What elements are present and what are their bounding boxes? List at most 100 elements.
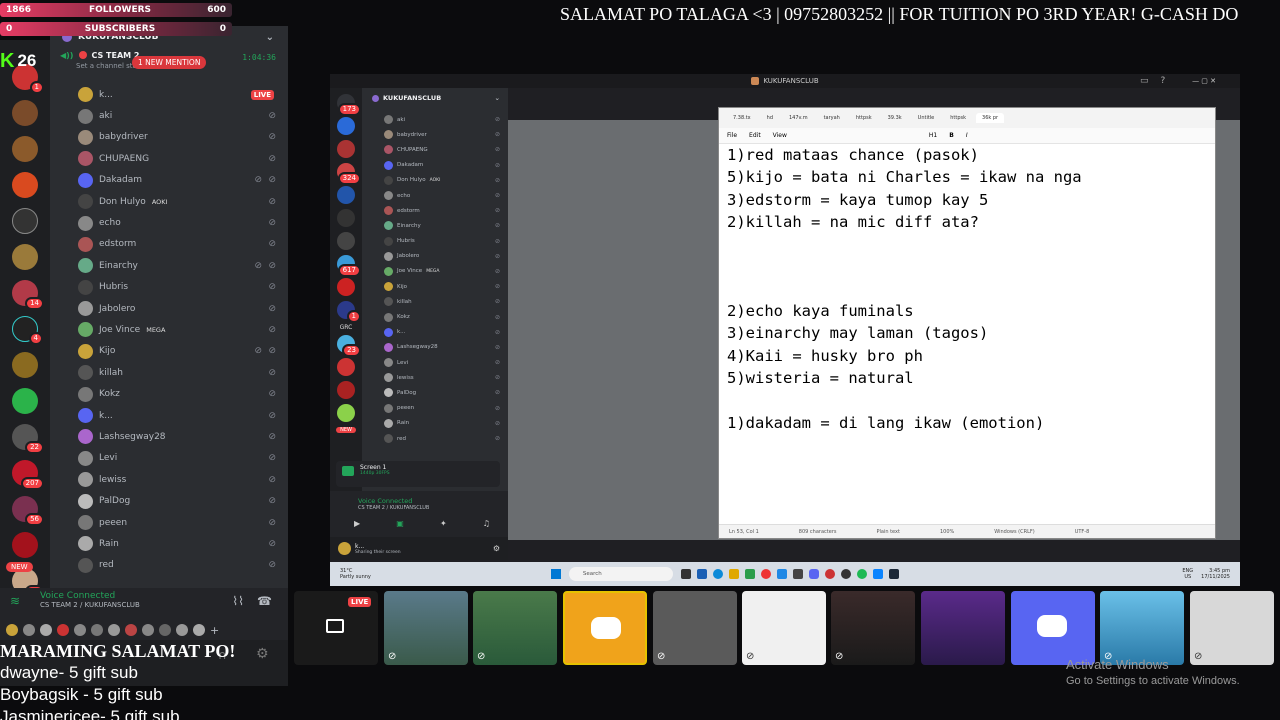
voice-member[interactable]: aki ⊘ [50, 105, 288, 126]
notepad-tab[interactable]: httpsk [944, 113, 972, 123]
inner-voice-member[interactable]: Levi ⊘ [330, 355, 508, 370]
menu-file[interactable]: File [727, 132, 737, 139]
inner-voice-member[interactable]: lewiss ⊘ [330, 370, 508, 385]
obs-icon[interactable] [840, 569, 851, 579]
video-icon[interactable]: ▶ [354, 519, 360, 528]
inner-voice-member[interactable]: echo ⊘ [330, 188, 508, 203]
windows-start-icon[interactable] [550, 569, 561, 579]
inner-voice-member[interactable]: Joe Vince MEGA ⊘ [330, 264, 508, 279]
voice-member[interactable]: Kijo ⊘ ⊘ [50, 341, 288, 362]
screen-card[interactable]: Screen 1 1440p 30FPS [336, 461, 500, 487]
server-icon[interactable] [12, 388, 38, 414]
notepad-tab[interactable]: Untitle [912, 113, 941, 123]
explorer-icon[interactable] [728, 569, 739, 579]
inner-voice-member[interactable]: CHUPAENG ⊘ [330, 142, 508, 157]
inner-voice-member[interactable]: Rain ⊘ [330, 416, 508, 431]
inner-voice-member[interactable]: aki ⊘ [330, 112, 508, 127]
inner-voice-member[interactable]: Lashsegway28 ⊘ [330, 340, 508, 355]
server-icon[interactable] [12, 532, 38, 558]
voice-member[interactable]: killah ⊘ [50, 362, 288, 383]
activities-icon[interactable]: ✦ [440, 519, 447, 528]
server-icon[interactable]: 56 [12, 496, 44, 526]
inner-voice-member[interactable]: peeen ⊘ [330, 401, 508, 416]
voice-member[interactable]: Lashsegway28 ⊘ [50, 426, 288, 447]
voice-member[interactable]: Joe Vince MEGA ⊘ [50, 319, 288, 340]
server-icon[interactable]: 22 [12, 424, 44, 454]
notepad-tab[interactable]: hd [761, 113, 779, 123]
camera-tile[interactable]: ⊘ [1190, 591, 1274, 665]
notepad-icon[interactable] [872, 569, 883, 579]
voice-member[interactable]: lewiss ⊘ [50, 469, 288, 490]
avatar[interactable] [338, 542, 351, 555]
notepad-tab[interactable]: 7.38.tx [727, 113, 757, 123]
camera-tile[interactable]: ⊘ [653, 591, 737, 665]
notepad-tab[interactable]: taryah [818, 113, 846, 123]
screenshare-icon[interactable]: ▣ [396, 519, 404, 528]
chevron-down-icon[interactable]: ⌄ [495, 94, 500, 102]
steam-icon[interactable] [888, 569, 899, 579]
emoji-icon[interactable] [91, 624, 103, 636]
inner-voice-member[interactable]: Jabolero ⊘ [330, 249, 508, 264]
emoji-icon[interactable] [159, 624, 171, 636]
inner-server-header[interactable]: KUKUFANSCLUB ⌄ [362, 88, 508, 108]
voice-member[interactable]: Rain ⊘ [50, 533, 288, 554]
camera-tile[interactable]: ⊘ [742, 591, 826, 665]
window-controls[interactable]: — ▢ ✕ [1192, 77, 1216, 85]
emoji-icon[interactable] [142, 624, 154, 636]
inner-voice-member[interactable]: red ⊘ [330, 431, 508, 446]
app-icon[interactable] [792, 569, 803, 579]
notepad-text[interactable]: 1)red mataas chance (pasok) 5)kijo = bata… [719, 144, 1209, 522]
noise-suppression-icon[interactable]: ⌇⌇ [232, 594, 244, 608]
notepad-tab[interactable]: httpsk [850, 113, 878, 123]
app-icon[interactable] [824, 569, 835, 579]
inner-voice-member[interactable]: k... ⊘ [330, 325, 508, 340]
inner-voice-member[interactable]: Dakadam ⊘ [330, 158, 508, 173]
server-icon[interactable] [12, 352, 38, 378]
chevron-down-icon[interactable]: ⌄ [266, 32, 274, 43]
app-icon[interactable] [744, 569, 755, 579]
voice-member[interactable]: babydriver ⊘ [50, 127, 288, 148]
weather-widget[interactable]: 31°C Partly sunny [340, 568, 371, 580]
discord-home-icon[interactable]: 173 [337, 94, 361, 116]
voice-location[interactable]: CS TEAM 2 / KUKUFANSCLUB [40, 601, 288, 609]
mention-badge[interactable]: 1 NEW MENTION [132, 56, 207, 69]
taskbar-search[interactable]: Search [568, 567, 673, 581]
server-icon[interactable]: 207 [12, 460, 44, 490]
bold-icon[interactable]: B [949, 132, 954, 139]
voice-member[interactable]: Hubris ⊘ [50, 277, 288, 298]
discord-icon[interactable] [808, 569, 819, 579]
camera-tile[interactable]: ⊘ [1100, 591, 1184, 665]
server-icon[interactable]: 14 [12, 280, 44, 310]
emoji-icon[interactable] [40, 624, 52, 636]
settings-gear-icon[interactable]: ⚙ [493, 544, 500, 553]
stream-tile[interactable]: LIVE [294, 591, 378, 665]
heading-dropdown[interactable]: H1 [929, 132, 937, 139]
server-icon[interactable] [12, 100, 38, 126]
app-icon[interactable] [776, 569, 787, 579]
add-icon[interactable]: + [210, 624, 219, 637]
spotify-icon[interactable] [856, 569, 867, 579]
notepad-tab[interactable]: 147v.m [783, 113, 814, 123]
voice-member[interactable]: PalDog ⊘ [50, 490, 288, 511]
server-icon[interactable] [12, 208, 38, 234]
voice-member[interactable]: CHUPAENG ⊘ [50, 148, 288, 169]
emoji-icon[interactable] [176, 624, 188, 636]
voice-member[interactable]: Einarchy ⊘ ⊘ [50, 255, 288, 276]
server-icon[interactable]: 4 [12, 316, 43, 345]
inner-voice-member[interactable]: babydriver ⊘ [330, 127, 508, 142]
voice-member[interactable]: Don Hulyo AOKI ⊘ [50, 191, 288, 212]
disconnect-icon[interactable]: ☎ [257, 594, 272, 608]
inner-voice-member[interactable]: edstorm ⊘ [330, 203, 508, 218]
server-icon[interactable] [12, 172, 38, 198]
edge-icon[interactable] [712, 569, 723, 579]
voice-member[interactable]: peeen ⊘ [50, 512, 288, 533]
camera-tile[interactable]: ⊘ [831, 591, 915, 665]
chrome-icon[interactable] [760, 569, 771, 579]
inner-voice-member[interactable]: Einarchy ⊘ [330, 218, 508, 233]
taskview-icon[interactable] [680, 569, 691, 579]
inner-voice-member[interactable]: killah ⊘ [330, 294, 508, 309]
inner-voice-member[interactable]: Hubris ⊘ [330, 234, 508, 249]
voice-channel[interactable]: ◀)) CS TEAM 2 Set a channel status 1 NEW… [50, 48, 288, 84]
soundboard-icon[interactable]: ♫ [483, 519, 490, 528]
voice-member[interactable]: edstorm ⊘ [50, 234, 288, 255]
